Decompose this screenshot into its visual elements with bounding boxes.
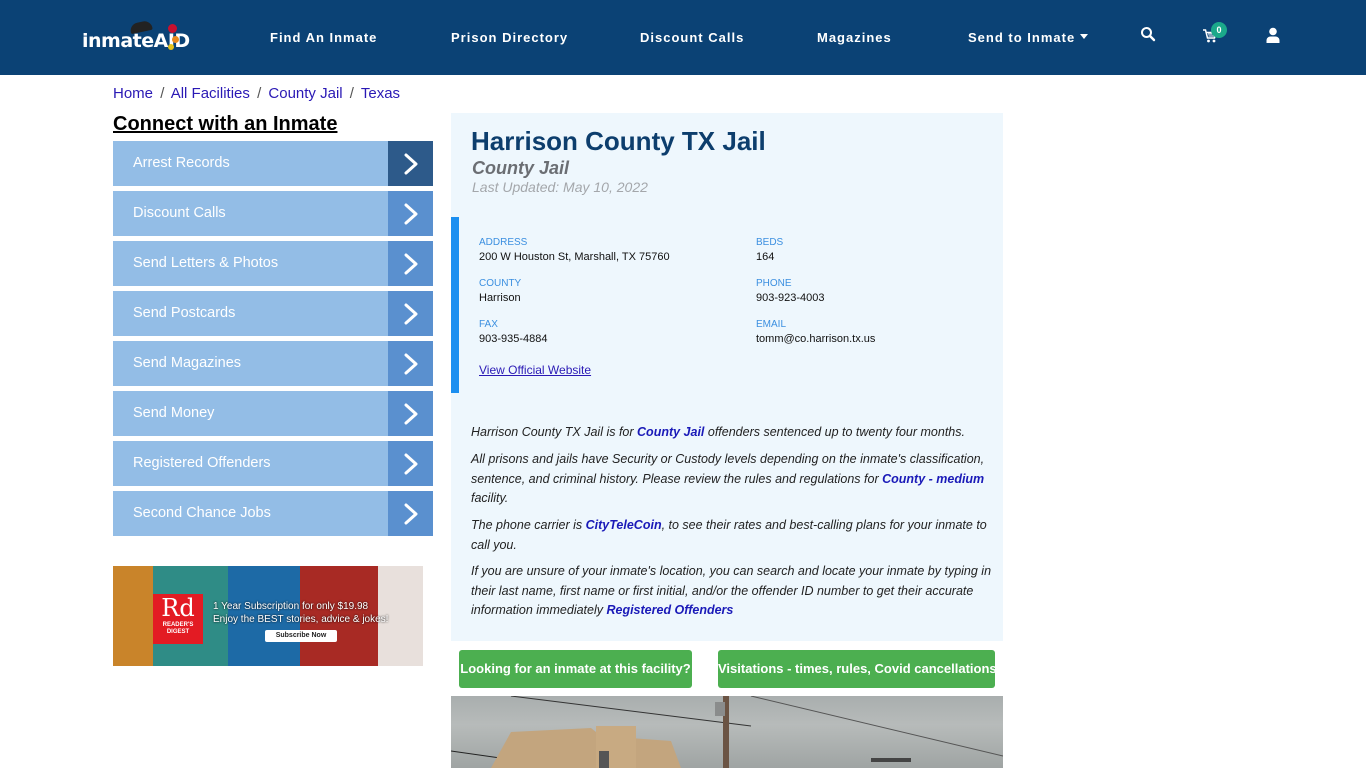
sidebar-item-label: Arrest Records [133,155,230,171]
chevron-right-icon [388,191,433,236]
phone-value: 903-923-4003 [756,292,825,304]
nav-send-to-inmate-label: Send to Inmate [968,30,1076,45]
magazine-cover-image [113,566,153,666]
sidebar-item-label: Registered Offenders [133,455,271,471]
address-value: 200 W Houston St, Marshall, TX 75760 [479,251,670,263]
fax-label: FAX [479,319,498,330]
sidebar-item-registered-offenders[interactable]: Registered Offenders [113,441,433,486]
sidebar-title: Connect with an Inmate [113,113,338,135]
sidebar-item-send-postcards[interactable]: Send Postcards [113,291,433,336]
sidebar-item-label: Send Magazines [133,355,242,371]
email-value: tomm@co.harrison.tx.us [756,333,876,345]
chevron-right-icon [388,341,433,386]
fax-value: 903-935-4884 [479,333,548,345]
address-label: ADDRESS [479,237,528,248]
facility-title: Harrison County TX Jail [471,126,766,156]
description-paragraph: Harrison County TX Jail is for County Ja… [471,423,996,443]
site-logo[interactable]: inmateAID [82,19,190,54]
chevron-right-icon [388,441,433,486]
sidebar-item-label: Send Postcards [133,305,236,321]
logo-leaf-icon [168,44,174,50]
nav-magazines[interactable]: Magazines [817,30,892,45]
breadcrumb-all-facilities[interactable]: All Facilities [171,85,250,102]
nav-find-an-inmate[interactable]: Find An Inmate [270,30,377,45]
breadcrumb-separator: / [160,85,165,102]
beds-label: BEDS [756,237,784,248]
county-jail-link[interactable]: County Jail [637,425,704,439]
nav-send-to-inmate[interactable]: Send to Inmate [968,30,1089,45]
registered-offenders-link[interactable]: Registered Offenders [606,603,733,617]
description-paragraph: The phone carrier is CityTeleCoin, to se… [471,516,996,555]
sidebar-item-arrest-records[interactable]: Arrest Records [113,141,433,186]
last-updated: Last Updated: May 10, 2022 [472,179,648,195]
breadcrumb: Home / All Facilities / County Jail / Te… [113,85,400,102]
breadcrumb-separator: / [349,85,354,102]
find-inmate-at-facility-button[interactable]: Looking for an inmate at this facility? [459,650,692,688]
phone-label: PHONE [756,278,792,289]
ad-subline: Enjoy the BEST stories, advice & jokes! [213,614,389,625]
breadcrumb-texas[interactable]: Texas [361,85,400,102]
facility-type: County Jail [472,158,570,178]
chevron-right-icon [388,291,433,336]
user-icon[interactable] [1266,27,1286,47]
sidebar-item-label: Send Money [133,405,215,421]
nav-prison-directory[interactable]: Prison Directory [451,30,568,45]
facility-panel: Harrison County TX Jail County Jail Last… [451,113,1003,641]
ad-headline: 1 Year Subscription for only $19.98 [213,601,369,612]
sidebar-item-label: Send Letters & Photos [133,255,279,271]
facility-street-photo [451,696,1003,768]
sidebar-item-send-magazines[interactable]: Send Magazines [113,341,433,386]
facility-info-box: ADDRESS 200 W Houston St, Marshall, TX 7… [451,217,1003,393]
email-label: EMAIL [756,319,787,330]
county-value: Harrison [479,292,521,304]
chevron-right-icon [388,491,433,536]
sidebar-item-label: Second Chance Jobs [133,505,271,521]
nav-discount-calls[interactable]: Discount Calls [640,30,744,45]
desc-text: Harrison County TX Jail is for [471,425,638,439]
cart-count-badge: 0 [1211,22,1227,38]
sidebar-item-second-chance-jobs[interactable]: Second Chance Jobs [113,491,433,536]
breadcrumb-home[interactable]: Home [113,85,153,102]
breadcrumb-county-jail[interactable]: County Jail [268,85,342,102]
description-paragraph: All prisons and jails have Security or C… [471,450,996,509]
search-icon[interactable] [1140,26,1160,46]
county-medium-link[interactable]: County - medium [882,472,984,486]
caret-down-icon [1080,34,1089,40]
sidebar-item-discount-calls[interactable]: Discount Calls [113,191,433,236]
desc-text: facility. [471,491,509,505]
sidebar-item-label: Discount Calls [133,205,226,221]
visitations-button[interactable]: Visitations - times, rules, Covid cancel… [718,650,997,688]
citytelecoin-link[interactable]: CityTeleCoin [586,518,662,532]
subscribe-now-button[interactable]: Subscribe Now [265,630,337,642]
top-navbar: inmateAID Find An Inmate Prison Director… [0,0,1366,75]
desc-text: offenders sentenced up to twenty four mo… [704,425,965,439]
readers-digest-ad[interactable]: Rd READER'S DIGEST 1 Year Subscription f… [113,566,423,666]
rd-brand-name: READER'S DIGEST [162,622,194,635]
chevron-right-icon [388,391,433,436]
view-official-website-link[interactable]: View Official Website [479,363,591,377]
logo-leaf-icon [172,36,179,43]
county-label: COUNTY [479,278,522,289]
facility-building-image [451,696,1003,768]
sidebar-item-send-letters-photos[interactable]: Send Letters & Photos [113,241,433,286]
chevron-right-icon [388,141,433,186]
beds-value: 164 [756,251,775,263]
description-paragraph: If you are unsure of your inmate's locat… [471,562,996,621]
chevron-right-icon [388,241,433,286]
rd-logo-text: Rd [161,594,195,622]
readers-digest-logo: Rd READER'S DIGEST [153,594,203,644]
logo-leaf-icon [168,24,177,33]
sidebar-item-send-money[interactable]: Send Money [113,391,433,436]
breadcrumb-separator: / [257,85,262,102]
desc-text: The phone carrier is [471,518,586,532]
